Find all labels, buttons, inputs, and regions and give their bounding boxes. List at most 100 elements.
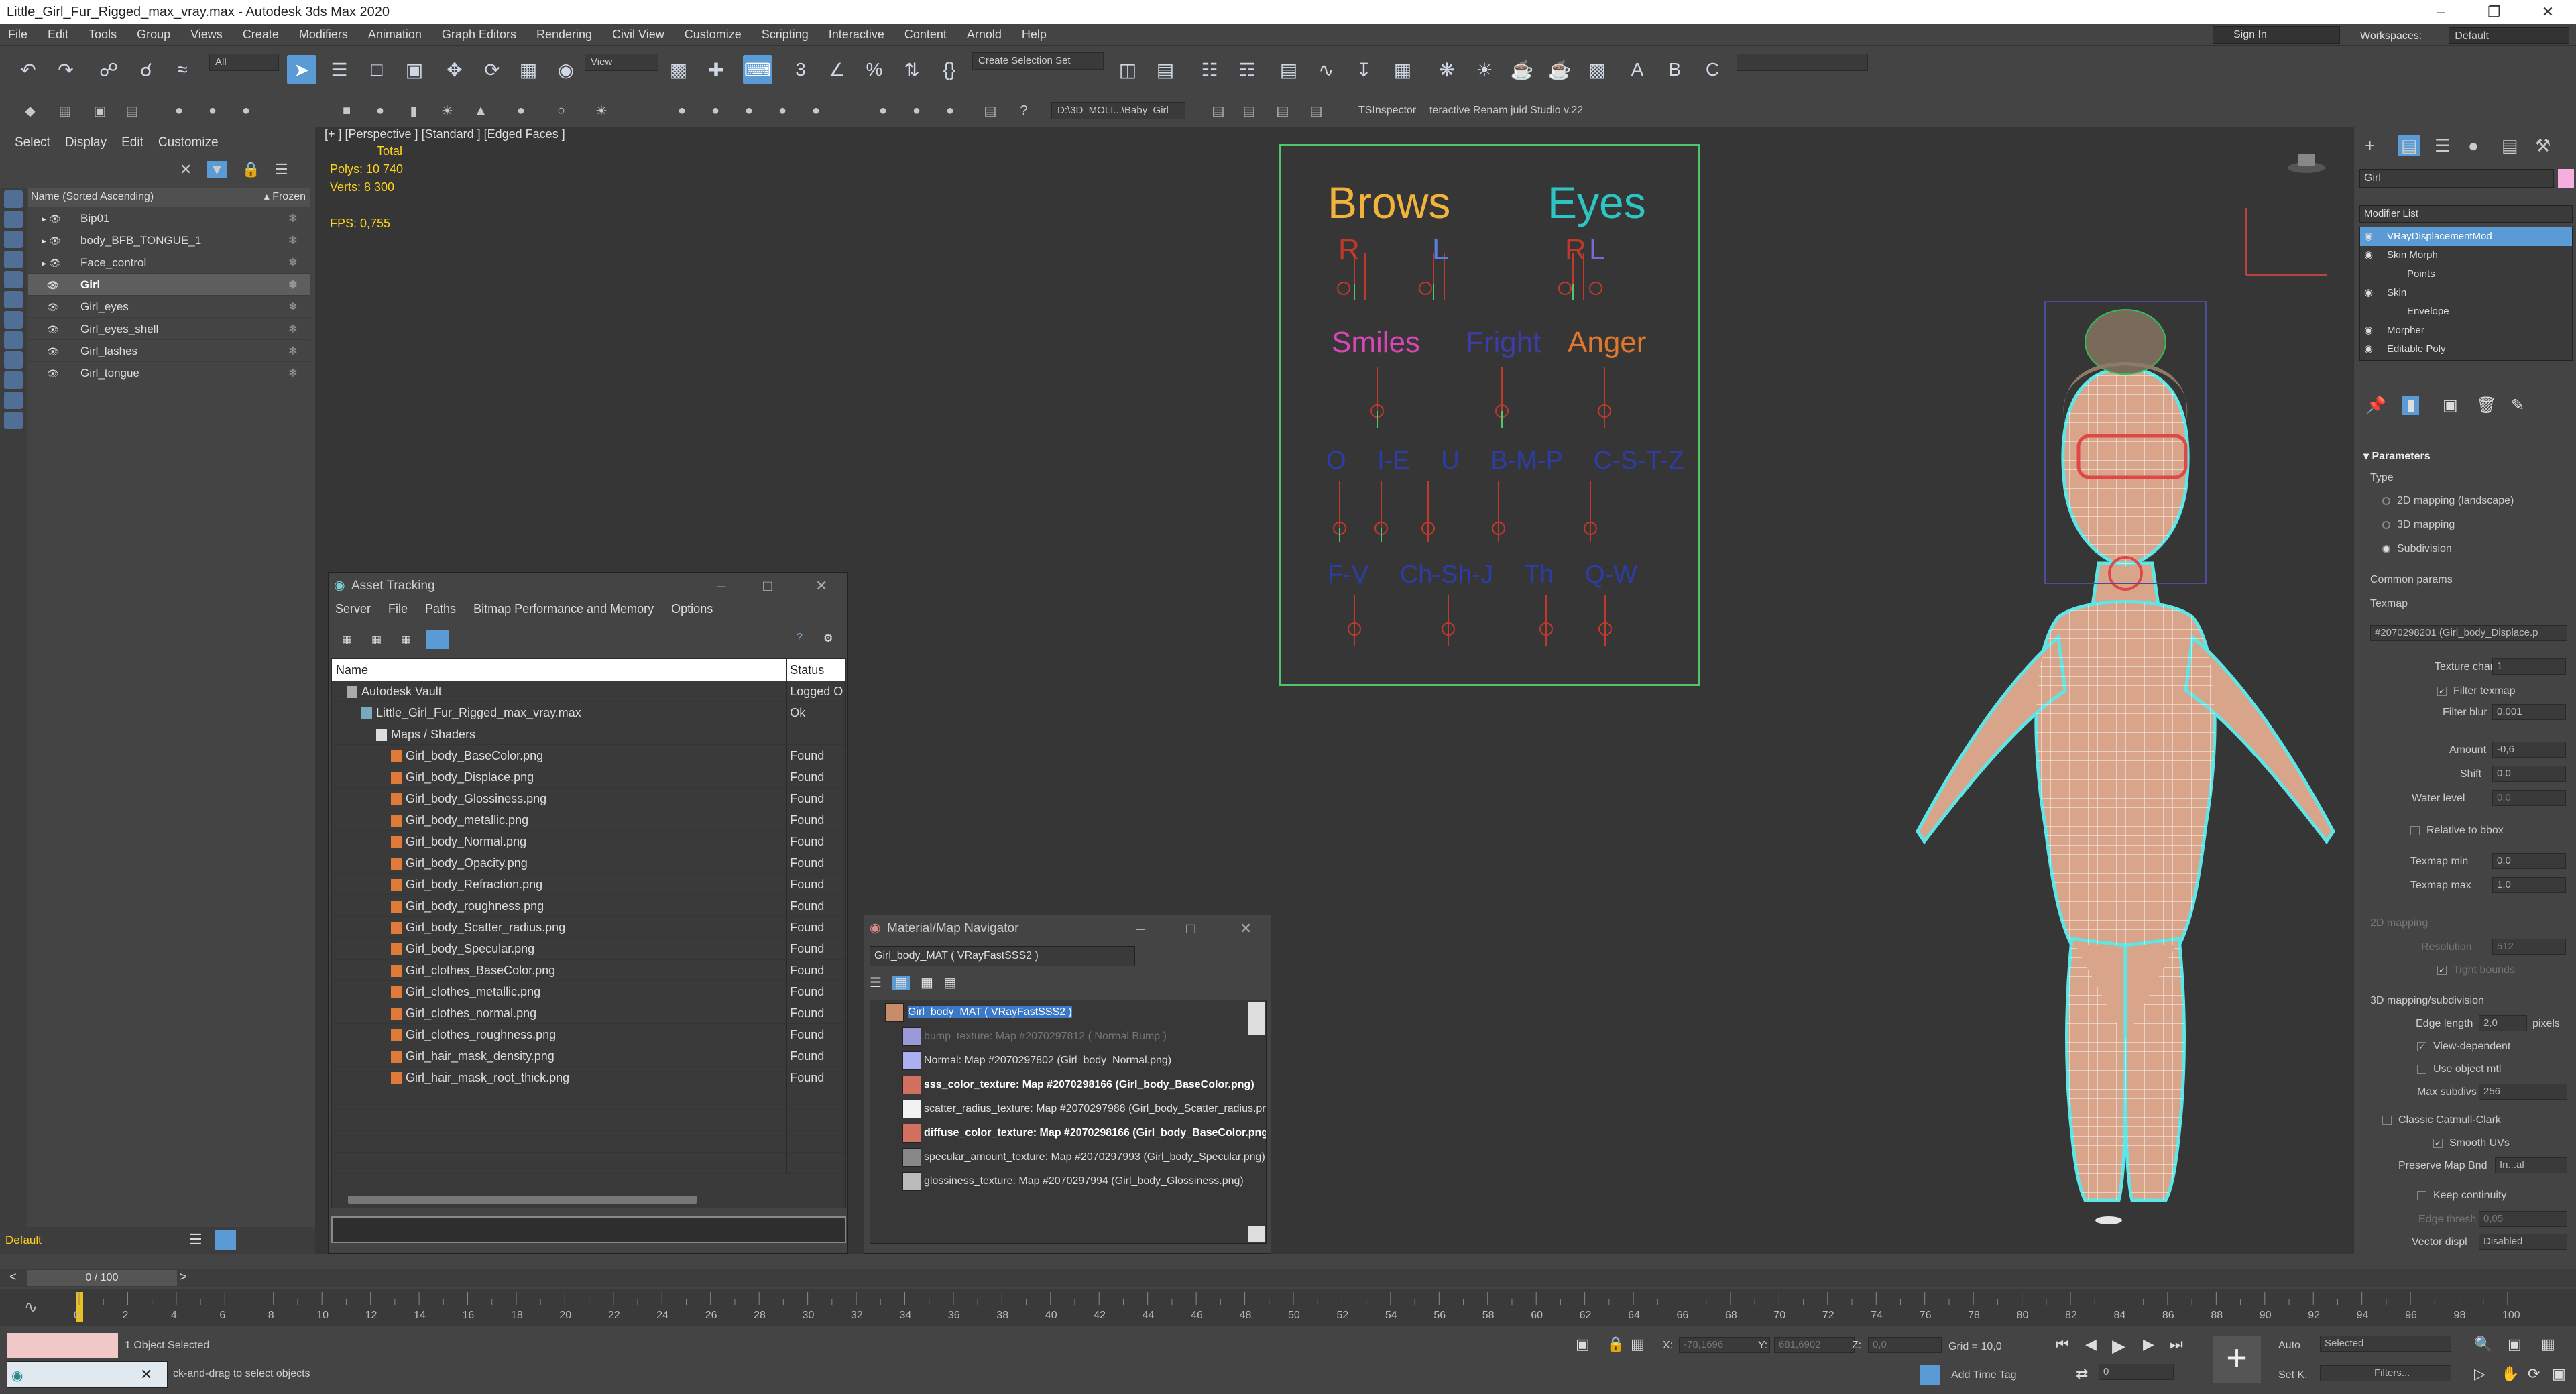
modifier-stack-item[interactable]: Envelope: [2360, 302, 2572, 321]
scene-item-face-control[interactable]: ▸ 👁 Face_control ❄: [28, 252, 310, 274]
view-list-icon[interactable]: ☰: [870, 976, 882, 990]
keyboard-shortcut-icon[interactable]: ⌨: [743, 55, 772, 84]
create-tab-icon[interactable]: +: [2365, 135, 2375, 156]
listener-close-icon[interactable]: ✕: [140, 1366, 152, 1383]
menu-customize[interactable]: Customize: [685, 27, 742, 42]
preserve-map-dropdown[interactable]: In...al: [2495, 1157, 2567, 1173]
modifier-toggle-icon[interactable]: ◉: [2364, 246, 2373, 265]
menu-rendering[interactable]: Rendering: [536, 27, 592, 42]
freeze-icon[interactable]: ❄: [288, 341, 298, 362]
path-icon[interactable]: ●: [704, 99, 727, 122]
filter-bones-icon[interactable]: [4, 351, 23, 369]
material-tree-item[interactable]: scatter_radius_texture: Map #2070297988 …: [870, 1097, 1266, 1121]
light-icon[interactable]: ☀: [436, 99, 459, 122]
layer-toggle-icon[interactable]: [215, 1230, 236, 1250]
project-open-icon[interactable]: ▤: [1207, 99, 1230, 122]
utilities-tab-icon[interactable]: ⚒: [2535, 135, 2551, 156]
pan-icon[interactable]: ✋: [2501, 1365, 2519, 1383]
display-tab-icon[interactable]: ▤: [2502, 135, 2518, 156]
edge-thresh-spinner[interactable]: 0,05: [2479, 1211, 2567, 1227]
box-icon[interactable]: ■: [335, 99, 358, 122]
menu-content[interactable]: Content: [904, 27, 947, 42]
status-column-header[interactable]: Status: [786, 659, 845, 681]
menu-animation[interactable]: Animation: [368, 27, 422, 42]
filter-spacewarps-icon[interactable]: [4, 291, 23, 308]
link-icon[interactable]: ☍: [94, 55, 123, 84]
menu-graph-editors[interactable]: Graph Editors: [442, 27, 516, 42]
parameters-rollout[interactable]: ▾ Parameters: [2363, 449, 2431, 463]
scene-item-girl-eyes[interactable]: 👁 Girl_eyes ❄: [28, 296, 310, 318]
maximize-viewport-icon[interactable]: ▣: [2552, 1365, 2566, 1383]
tool-3-icon[interactable]: ▣: [89, 99, 111, 122]
asset-row[interactable]: Girl_clothes_normal.png Found: [332, 1002, 845, 1024]
asset-row[interactable]: Girl_hair_mask_root_thick.png Found: [332, 1067, 845, 1088]
settings-icon[interactable]: ⚙: [823, 632, 833, 645]
project-new-icon[interactable]: ▤: [1271, 99, 1294, 122]
asset-row[interactable]: Girl_body_Normal.png Found: [332, 831, 845, 852]
type-2d-mapping-radio[interactable]: 2D mapping (landscape): [2382, 495, 2514, 507]
remove-modifier-icon[interactable]: 🗑: [2476, 396, 2496, 415]
material-tree-item[interactable]: specular_amount_texture: Map #2070297993…: [870, 1145, 1266, 1169]
menu-modifiers[interactable]: Modifiers: [299, 27, 348, 42]
hierarchy-tab-icon[interactable]: ☰: [2435, 135, 2450, 156]
render-setup-icon[interactable]: ☀: [1470, 55, 1499, 84]
freeze-icon[interactable]: ❄: [288, 363, 298, 384]
filter-frozen-icon[interactable]: [4, 392, 23, 409]
girl-character-model[interactable]: [1844, 235, 2420, 1254]
horizontal-scrollbar[interactable]: [348, 1196, 697, 1204]
key-filters-button[interactable]: Filters...: [2320, 1365, 2451, 1381]
view-tree-icon[interactable]: ▦: [401, 633, 411, 646]
arnold-b-icon[interactable]: B: [1660, 55, 1690, 84]
menu-interactive[interactable]: Interactive: [829, 27, 884, 42]
filter-cameras-icon[interactable]: [4, 251, 23, 268]
type-subdivision-radio[interactable]: Subdivision: [2382, 543, 2452, 555]
ts-inspector-label[interactable]: TSInspector: [1358, 105, 1416, 117]
rendered-frame-icon[interactable]: ☕: [1507, 55, 1537, 84]
close-icon[interactable]: ✕: [815, 573, 827, 599]
asset-row[interactable]: Girl_body_Refraction.png Found: [332, 874, 845, 895]
snap-toggle-icon[interactable]: 3: [786, 55, 815, 84]
filter-groups-icon[interactable]: [4, 311, 23, 329]
mirror-icon[interactable]: ◫: [1113, 55, 1143, 84]
view-table-icon[interactable]: [426, 630, 449, 649]
scene-explorer-icon[interactable]: ☷: [1195, 55, 1224, 84]
cylinder-icon[interactable]: ▮: [402, 99, 425, 122]
modifier-toggle-icon[interactable]: ◉: [2364, 227, 2373, 246]
visibility-eye-icon[interactable]: 👁: [42, 341, 59, 362]
visibility-eye-icon[interactable]: 👁: [42, 274, 59, 296]
freeze-icon[interactable]: ❄: [288, 208, 298, 229]
display-icon[interactable]: ●: [805, 99, 827, 122]
project-browse-icon[interactable]: ▤: [1305, 99, 1328, 122]
menu-file[interactable]: File: [388, 599, 408, 618]
prev-key-icon[interactable]: ◀: [2085, 1336, 2097, 1353]
pin-stack-icon[interactable]: 📌: [2366, 396, 2386, 415]
amount-spinner[interactable]: -0,6: [2492, 742, 2566, 758]
asset-row[interactable]: Girl_clothes_BaseColor.png Found: [332, 960, 845, 981]
filter-blur-spinner[interactable]: 0,001: [2492, 704, 2566, 720]
visibility-eye-icon[interactable]: ▸ 👁: [42, 252, 61, 274]
minimize-icon[interactable]: –: [2414, 0, 2467, 24]
asset-row[interactable]: Girl_body_roughness.png Found: [332, 895, 845, 917]
tool-6-icon[interactable]: ●: [201, 99, 224, 122]
key-filter-dropdown[interactable]: Selected: [2320, 1336, 2451, 1352]
modifier-toggle-icon[interactable]: ◉: [2364, 284, 2373, 302]
project-folder-icon[interactable]: ▤: [979, 99, 1002, 122]
asset-tracking-titlebar[interactable]: ◉ Asset Tracking – □ ✕: [329, 573, 847, 599]
sign-in-dropdown[interactable]: Sign In: [2213, 26, 2340, 44]
next-frame-icon[interactable]: >: [180, 1270, 187, 1284]
shift-spinner[interactable]: 0,0: [2492, 766, 2566, 782]
z-coordinate-field[interactable]: 0,0: [1868, 1337, 1942, 1353]
menu-views[interactable]: Views: [190, 27, 223, 42]
prev-frame-icon[interactable]: <: [9, 1270, 17, 1284]
material-navigator-titlebar[interactable]: ◉ Material/Map Navigator – □ ✕: [864, 915, 1271, 942]
toolbar-empty-dropdown[interactable]: [1737, 54, 1868, 71]
go-to-start-icon[interactable]: ⏮: [2056, 1336, 2069, 1353]
asset-row[interactable]: Autodesk Vault Logged O: [332, 681, 845, 702]
current-material-field[interactable]: Girl_body_MAT ( VRayFastSSS2 ): [870, 946, 1135, 966]
dope-sheet-icon[interactable]: ↧: [1349, 55, 1379, 84]
tab-customize[interactable]: Customize: [158, 135, 219, 156]
object-name-field[interactable]: Girl: [2359, 169, 2554, 188]
modifier-stack-item[interactable]: Points: [2360, 265, 2572, 284]
move-icon[interactable]: ✥: [440, 55, 469, 84]
schematic-view-icon[interactable]: ▦: [1388, 55, 1417, 84]
